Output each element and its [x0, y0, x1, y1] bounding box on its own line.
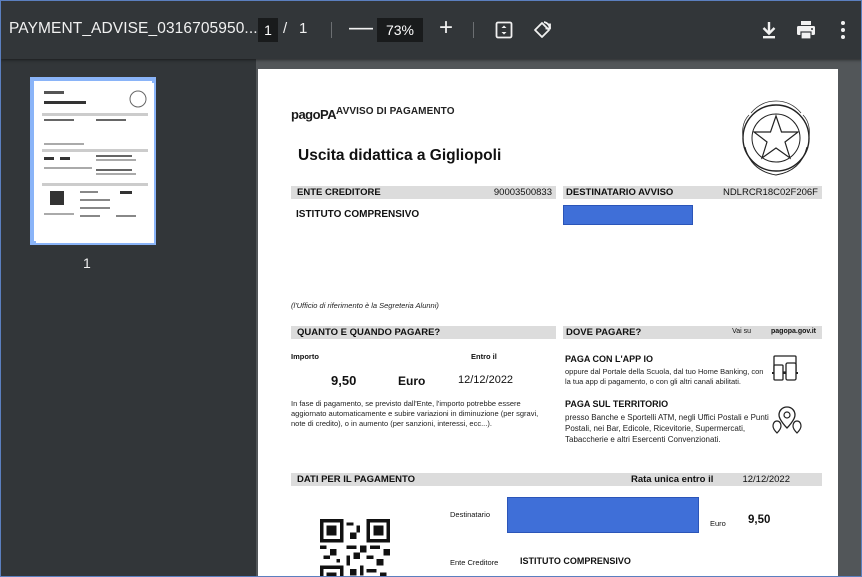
phone-app-icon	[772, 355, 798, 381]
ufficio-note: (l'Ufficio di riferimento è la Segreteri…	[291, 301, 439, 310]
ente-creditore-name: ISTITUTO COMPRENSIVO	[296, 209, 420, 220]
pdf-page: pagoPA AVVISO DI PAGAMENTO Uscita didatt…	[258, 69, 838, 576]
redacted-recipient-name	[563, 205, 693, 225]
zoom-out-button[interactable]: —	[349, 14, 373, 42]
currency-label: Euro	[398, 374, 426, 388]
pagopa-link-prefix: Vai su	[732, 328, 751, 335]
euro-label: Euro	[710, 519, 726, 528]
importo-label: Importo	[291, 352, 319, 361]
page-number-input[interactable]: 1	[258, 18, 278, 42]
amount-value: 9,50	[331, 373, 357, 388]
amount-band: QUANTO E QUANDO PAGARE?	[291, 326, 556, 339]
pdf-viewer-window: PAYMENT_ADVISE_0316705950... 1 / 1 — 73%…	[0, 0, 862, 577]
more-vert-icon[interactable]	[839, 20, 847, 40]
zoom-in-button[interactable]: +	[439, 14, 453, 42]
creditor-band: ENTE CREDITORE 90003500833	[291, 186, 556, 199]
qr-code	[320, 519, 390, 576]
total-pages: 1	[299, 20, 308, 37]
italian-republic-emblem	[742, 100, 810, 176]
redacted-recipient-name-2	[507, 497, 699, 533]
payment-data-band: DATI PER IL PAGAMENTO Rata unica entro i…	[291, 473, 822, 486]
print-icon[interactable]	[795, 20, 817, 40]
app-io-text: oppure dal Portale della Scuola, dal tuo…	[565, 367, 764, 386]
dati-heading: DATI PER IL PAGAMENTO	[297, 474, 416, 485]
rata-label: Rata unica entro il	[631, 474, 714, 485]
page-thumbnail-preview	[36, 83, 154, 243]
destinatario-heading: DESTINATARIO AVVISO	[566, 187, 674, 198]
pdf-toolbar: PAYMENT_ADVISE_0316705950... 1 / 1 — 73%…	[1, 1, 861, 59]
ente-creditore-label: Ente Creditore	[450, 558, 499, 567]
ente-creditore-code: 90003500833	[493, 187, 552, 198]
recipient-band: DESTINATARIO AVVISO NDLRCR18C02F206F	[563, 186, 822, 199]
toolbar-divider	[331, 22, 332, 38]
rata-date: 12/12/2022	[742, 474, 790, 485]
destinatario-code: NDLRCR18C02F206F	[722, 187, 818, 198]
dove-heading: DOVE PAGARE?	[566, 327, 642, 338]
page-thumbnail[interactable]	[30, 77, 156, 245]
due-date: 12/12/2022	[458, 374, 514, 386]
rotate-icon[interactable]	[531, 19, 553, 41]
thumbnail-page-label: 1	[83, 255, 91, 271]
pagopa-link[interactable]: pagopa.gov.it	[771, 328, 816, 335]
pagopa-logo: pagoPA	[291, 107, 337, 122]
toolbar-divider	[473, 22, 474, 38]
download-icon[interactable]	[759, 20, 779, 40]
app-io-title: PAGA CON L'APP IO	[565, 354, 653, 364]
avviso-header-label: AVVISO DI PAGAMENTO	[336, 106, 455, 117]
page-separator: /	[283, 20, 288, 37]
ente-creditore-heading: ENTE CREDITORE	[297, 187, 381, 198]
payment-amount: 9,50	[748, 514, 771, 526]
map-location-icon	[772, 406, 802, 434]
quanto-heading: QUANTO E QUANDO PAGARE?	[297, 327, 441, 338]
entro-label: Entro il	[471, 352, 497, 361]
fit-page-icon[interactable]	[494, 20, 514, 40]
amount-update-note: In fase di pagamento, se previsto dall'E…	[291, 399, 539, 428]
thumbnail-sidebar: 1	[1, 59, 256, 576]
territorio-title: PAGA SUL TERRITORIO	[565, 399, 669, 409]
destinatario-label: Destinatario	[450, 510, 491, 519]
document-title: Uscita didattica a Gigliopoli	[298, 147, 502, 164]
document-viewer[interactable]: pagoPA AVVISO DI PAGAMENTO Uscita didatt…	[256, 59, 861, 576]
where-band: DOVE PAGARE? Vai su pagopa.gov.it	[563, 326, 822, 339]
territorio-text: presso Banche e Sportelli ATM, negli Uff…	[565, 413, 769, 444]
thumbnail-miniature	[36, 83, 154, 243]
document-filename: PAYMENT_ADVISE_0316705950...	[9, 20, 258, 37]
zoom-level-input[interactable]: 73%	[377, 18, 423, 42]
payment-ente-name: ISTITUTO COMPRENSIVO	[520, 556, 631, 566]
